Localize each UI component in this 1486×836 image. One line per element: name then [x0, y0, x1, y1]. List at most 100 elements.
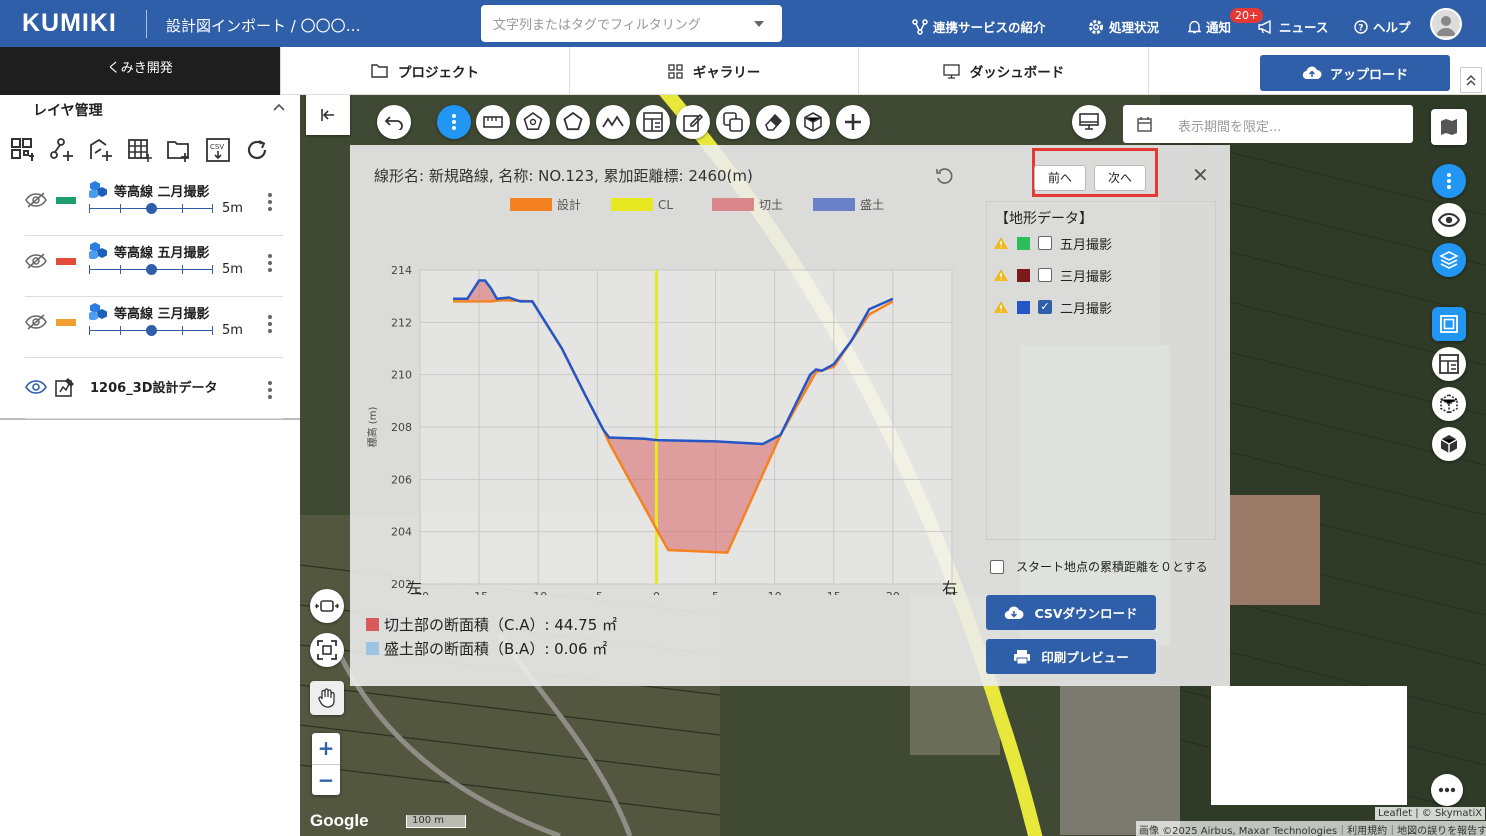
more-options-button[interactable]: [1431, 774, 1463, 806]
start-zero-checkbox[interactable]: [990, 559, 1004, 574]
layers-button[interactable]: [1432, 243, 1466, 277]
chevron-up-icon[interactable]: [273, 103, 285, 111]
cross-section-tool[interactable]: [636, 105, 670, 139]
panel-button[interactable]: [1432, 347, 1466, 381]
polygon-tool[interactable]: [556, 105, 590, 139]
chevron-down-icon[interactable]: [754, 21, 764, 27]
eye-off-icon[interactable]: [25, 314, 47, 330]
prev-button[interactable]: 前へ: [1034, 165, 1086, 191]
monitor-tool[interactable]: [1072, 105, 1106, 139]
more-vert-icon[interactable]: [268, 315, 272, 336]
model-button[interactable]: [1432, 427, 1466, 461]
eye-icon[interactable]: [25, 379, 47, 395]
right-side-label: 右: [942, 579, 958, 597]
eye-off-icon[interactable]: [25, 192, 47, 208]
terrain-checkbox[interactable]: [1038, 268, 1052, 282]
map-icon: [1441, 119, 1457, 135]
interval-slider[interactable]: [89, 325, 213, 336]
measure-tool[interactable]: [476, 105, 510, 139]
interval-slider[interactable]: [89, 264, 213, 275]
edit-tool[interactable]: [676, 105, 710, 139]
slider-knob[interactable]: [146, 203, 157, 214]
interval-slider[interactable]: [89, 203, 213, 214]
layer-item[interactable]: 等高線 五月撮影 5m: [0, 236, 300, 297]
tab-dashboard[interactable]: ダッシュボード: [859, 47, 1149, 95]
profile-tool[interactable]: [596, 105, 630, 139]
leaflet-attribution[interactable]: Leaflet | © SkymatiX: [1375, 807, 1486, 820]
slider-knob[interactable]: [146, 264, 157, 275]
close-icon[interactable]: ✕: [1192, 163, 1209, 187]
visibility-button[interactable]: [1432, 203, 1466, 237]
print-preview-button[interactable]: 印刷プレビュー: [986, 639, 1156, 674]
tab-dashboard-label: ダッシュボード: [969, 65, 1065, 81]
terrain-item[interactable]: 五月撮影: [993, 232, 1112, 254]
add-folder-icon[interactable]: [166, 137, 192, 163]
eye-off-icon[interactable]: [25, 253, 47, 269]
breadcrumb[interactable]: 設計図インポート / 〇〇〇…: [166, 15, 361, 36]
app-logo[interactable]: KUMIKI: [22, 9, 117, 38]
layer-item[interactable]: 1206_3D設計データ: [0, 358, 300, 419]
search-input[interactable]: 文字列またはタグでフィルタリング: [481, 5, 782, 42]
csv-download-button[interactable]: CSVダウンロード: [986, 595, 1156, 630]
x-tick-label: -5: [592, 590, 603, 595]
refresh-icon[interactable]: [244, 137, 270, 163]
frame-button[interactable]: [1432, 307, 1466, 341]
terrain-data-box: 【地形データ】 五月撮影 三月撮影 ✓ 二月撮影: [986, 201, 1216, 540]
upload-button[interactable]: アップロード: [1260, 55, 1450, 91]
nav-status[interactable]: 処理状況: [1088, 17, 1159, 36]
tab-project[interactable]: プロジェクト: [280, 47, 570, 95]
nav-help[interactable]: ? ヘルプ: [1354, 17, 1411, 36]
dashboard-icon: [643, 112, 663, 132]
monitor-icon: [1079, 113, 1099, 130]
terrain-checkbox-checked[interactable]: ✓: [1038, 300, 1052, 314]
more-vert-icon[interactable]: [268, 254, 272, 275]
reset-icon[interactable]: [935, 167, 953, 185]
app-header: KUMIKI 設計図インポート / 〇〇〇… 文字列またはタグでフィルタリング …: [0, 0, 1486, 47]
map-view[interactable]: 表示期間を限定... + − Google 100 m Leaflet | © …: [300, 95, 1486, 836]
more-vert-icon[interactable]: [268, 193, 272, 214]
map-attribution[interactable]: 画像 ©2025 Airbus, Maxar Technologies｜利用規約…: [1136, 821, 1486, 836]
pan-tool-button[interactable]: [310, 681, 344, 715]
org-selector[interactable]: くみき開発: [0, 47, 280, 95]
layer-item[interactable]: 等高線 三月撮影 5m: [0, 297, 300, 358]
add-grid-icon[interactable]: [127, 137, 153, 163]
terrain-item[interactable]: 三月撮影: [993, 264, 1112, 286]
next-button[interactable]: 次へ: [1094, 165, 1146, 191]
date-range-input[interactable]: 表示期間を限定...: [1123, 105, 1413, 143]
nav-news[interactable]: ニュース: [1258, 17, 1328, 36]
add-tool[interactable]: [836, 105, 870, 139]
zoom-out-button[interactable]: −: [312, 764, 340, 795]
terrain-checkbox[interactable]: [1038, 236, 1052, 250]
blocks-icon: [89, 181, 107, 198]
nav-notify[interactable]: 通知: [1188, 17, 1231, 36]
add-polygon-icon[interactable]: [88, 137, 114, 163]
layer-name: 等高線 二月撮影: [114, 185, 210, 200]
more-tools-button[interactable]: [437, 105, 471, 139]
nav-services[interactable]: 連携サービスの紹介: [912, 17, 1046, 36]
fit-view-button[interactable]: [310, 589, 344, 623]
add-point-icon[interactable]: [49, 137, 75, 163]
map-more-button[interactable]: [1432, 164, 1466, 198]
layer-item[interactable]: 等高線 二月撮影 5m: [0, 175, 300, 236]
printer-icon: [1014, 649, 1031, 664]
more-vert-icon[interactable]: [268, 381, 272, 402]
terrain-item[interactable]: ✓ 二月撮影: [993, 296, 1112, 318]
qr-layer-icon[interactable]: [10, 137, 36, 163]
y-tick-label: 214: [391, 264, 412, 277]
area-tool[interactable]: [516, 105, 550, 139]
tab-gallery[interactable]: ギャラリー: [570, 47, 859, 95]
collapse-header-button[interactable]: [1460, 67, 1482, 93]
collapse-sidebar-button[interactable]: [306, 95, 350, 135]
undo-tool[interactable]: [377, 105, 411, 139]
csv-import-icon[interactable]: CSV: [205, 137, 231, 163]
zoom-in-button[interactable]: +: [312, 733, 340, 764]
copy-tool[interactable]: [716, 105, 750, 139]
pointcloud-button[interactable]: [1432, 387, 1466, 421]
map-style-button[interactable]: [1431, 109, 1467, 145]
avatar[interactable]: [1430, 8, 1462, 40]
fullscreen-button[interactable]: [310, 633, 344, 667]
start-zero-option[interactable]: スタート地点の累積距離を０とする: [990, 558, 1208, 575]
slider-knob[interactable]: [146, 325, 157, 336]
3d-tool[interactable]: [796, 105, 830, 139]
eraser-tool[interactable]: [756, 105, 790, 139]
